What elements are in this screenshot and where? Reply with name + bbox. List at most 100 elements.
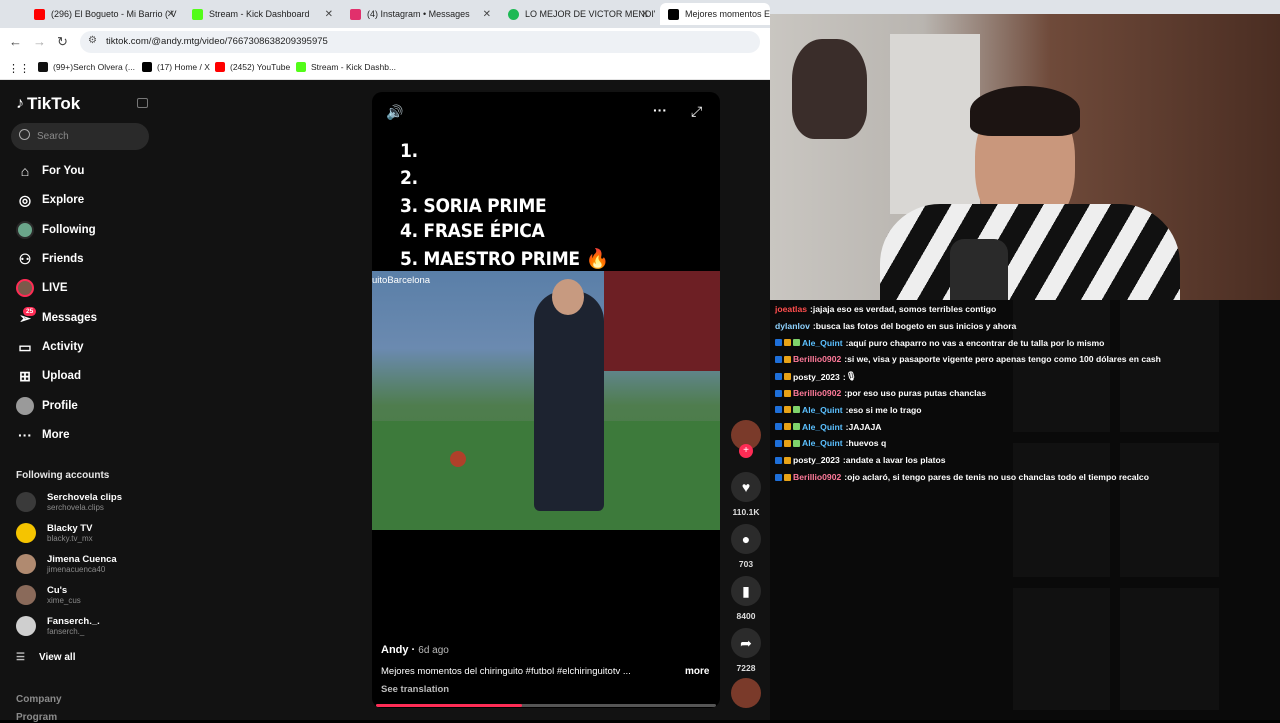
comment-icon: ● xyxy=(741,531,751,547)
chat-message: Berillio0902: ojo aclaró, si tengo pares… xyxy=(775,472,1149,482)
search-icon xyxy=(19,129,30,140)
close-icon[interactable]: ✕ xyxy=(641,9,649,20)
following-account[interactable]: Jimena Cuenca jimenacuenca40 xyxy=(16,554,117,574)
comment-count: 703 xyxy=(738,559,754,569)
nav-more[interactable]: ··· More xyxy=(16,425,69,445)
chat-username[interactable]: posty_2023 xyxy=(793,455,840,465)
chat-message: Berillio0902: si we, visa y pasaporte vi… xyxy=(775,354,1161,364)
chat-username[interactable]: Ale_Quint xyxy=(802,405,843,415)
browser-tab[interactable]: LO MEJOR DE VICTOR MENDIV ✕ xyxy=(500,3,655,25)
avatar xyxy=(16,554,36,574)
list-icon: ☰ xyxy=(16,652,25,663)
follow-plus-icon[interactable]: + xyxy=(739,444,753,458)
chat-message: Ale_Quint: eso si me lo trago xyxy=(775,405,922,415)
footer-program-link[interactable]: Program xyxy=(16,712,57,723)
bookmarks-bar: ⋮⋮ (99+)Serch Olvera (... (17) Home / X … xyxy=(0,56,770,80)
chat-badge-icon xyxy=(775,373,782,381)
chat-badge-icon xyxy=(784,439,791,447)
kick-icon xyxy=(192,8,203,20)
share-button[interactable]: ➦ xyxy=(731,628,761,658)
chat-username[interactable]: dylanlov xyxy=(775,321,810,331)
more-options-icon[interactable]: ··· xyxy=(653,102,667,118)
back-icon[interactable]: ← xyxy=(9,34,22,49)
nav-upload[interactable]: ⊞ Upload xyxy=(16,366,81,386)
x-icon xyxy=(142,62,152,72)
bookmark[interactable]: (99+)Serch Olvera (... xyxy=(38,62,135,72)
forward-icon[interactable]: → xyxy=(33,34,46,49)
search-input[interactable]: Search xyxy=(11,123,149,150)
nav-activity[interactable]: ▭ Activity xyxy=(16,337,83,357)
sound-avatar[interactable] xyxy=(731,678,761,708)
following-account[interactable]: Fanserch._. fanserch._ xyxy=(16,616,100,636)
chat-username[interactable]: Berillio0902 xyxy=(793,354,841,364)
chat-username[interactable]: Ale_Quint xyxy=(802,338,843,348)
browser-tab[interactable]: Stream - Kick Dashboard ✕ xyxy=(184,3,339,25)
overlay-line: 2. xyxy=(400,167,418,189)
chat-badge-icon xyxy=(775,389,782,397)
nav-following[interactable]: Following xyxy=(16,220,96,240)
bookmark[interactable]: Stream - Kick Dashb... xyxy=(296,62,396,72)
close-icon[interactable]: ✕ xyxy=(167,9,175,20)
upload-icon: ⊞ xyxy=(19,367,31,384)
chat-badge-icon xyxy=(793,339,800,347)
browser-tab[interactable]: (296) El Bogueto - Mi Barrio ( V ✕ xyxy=(26,3,181,25)
following-account[interactable]: Blacky TV blacky.tv_mx xyxy=(16,523,93,543)
apps-icon[interactable]: ⋮⋮ xyxy=(8,62,30,75)
chat-message: Ale_Quint: aquí puro chaparro no vas a e… xyxy=(775,338,1104,348)
chat-text: 🎙 xyxy=(845,371,857,382)
bookmark[interactable]: (2452) YouTube xyxy=(215,62,290,72)
reload-icon[interactable]: ↻ xyxy=(57,34,68,50)
browser-tab-active[interactable]: Mejores momentos El Ch xyxy=(660,3,770,25)
avatar xyxy=(16,616,36,636)
like-button[interactable]: ♥ xyxy=(731,472,761,502)
spotify-icon xyxy=(508,8,519,20)
nav-profile[interactable]: Profile xyxy=(16,396,78,416)
following-account[interactable]: Serchovela clips serchovela.clips xyxy=(16,492,122,512)
video-author[interactable]: Andy · 6d ago xyxy=(381,644,449,656)
chat-badge-icon xyxy=(793,406,800,414)
browser-tab[interactable]: (4) Instagram • Messages ✕ xyxy=(342,3,497,25)
bookmark-button[interactable]: ▮ xyxy=(731,576,761,606)
chat-username[interactable]: Berillio0902 xyxy=(793,472,841,482)
volume-icon[interactable]: 🔊 xyxy=(386,104,403,121)
chat-username[interactable]: Ale_Quint xyxy=(802,438,843,448)
person-jacket xyxy=(880,204,1180,300)
tiktok-logo[interactable]: ♪ TikTok xyxy=(16,94,80,114)
fullscreen-icon[interactable]: ⤢ xyxy=(691,103,702,120)
chat-username[interactable]: joeatlas xyxy=(775,304,807,314)
site-info-icon[interactable]: ⚙ xyxy=(88,35,97,46)
chat-username[interactable]: Ale_Quint xyxy=(802,422,843,432)
chat-username[interactable]: Berillio0902 xyxy=(793,388,841,398)
chat-username[interactable]: posty_2023 xyxy=(793,372,840,382)
chat-badge-icon xyxy=(793,439,800,447)
video-progress-bar[interactable] xyxy=(376,704,716,707)
video-player[interactable]: 🔊 ··· ⤢ 1. 2. 3. SORIA PRIME 4. FRASE ÉP… xyxy=(372,92,720,708)
see-translation-button[interactable]: See translation xyxy=(381,684,449,695)
compass-icon: ◎ xyxy=(18,191,32,208)
nav-live[interactable]: LIVE xyxy=(16,278,68,298)
bookmark[interactable]: (17) Home / X xyxy=(142,62,210,72)
nav-friends[interactable]: ⚇ Friends xyxy=(16,249,84,269)
following-account[interactable]: Cu's xime_cus xyxy=(16,585,81,605)
url-field[interactable]: ⚙ tiktok.com/@andy.mtg/video/766730863820… xyxy=(80,31,760,53)
caption-more-button[interactable]: more xyxy=(685,666,709,677)
close-icon[interactable]: ✕ xyxy=(483,9,491,20)
chat-badge-icon xyxy=(784,473,791,481)
view-all-button[interactable]: ☰ View all xyxy=(16,652,75,663)
nav-for-you[interactable]: ⌂ For You xyxy=(16,161,85,181)
chat-text: JAJAJA xyxy=(848,421,882,432)
kick-icon xyxy=(296,62,306,72)
collapse-sidebar-icon[interactable] xyxy=(137,98,148,108)
video-clip: uitoBarcelona xyxy=(372,271,720,530)
close-icon[interactable]: ✕ xyxy=(325,9,333,20)
share-icon: ➦ xyxy=(740,634,752,651)
chat-badge-icon xyxy=(775,473,782,481)
heart-icon: ♥ xyxy=(741,479,751,495)
live-icon xyxy=(16,279,34,297)
person-hair xyxy=(970,86,1080,136)
overlay-tile xyxy=(1013,588,1110,710)
footer-company-link[interactable]: Company xyxy=(16,694,62,705)
comment-button[interactable]: ● xyxy=(731,524,761,554)
avatar xyxy=(16,523,36,543)
nav-explore[interactable]: ◎ Explore xyxy=(16,190,84,210)
